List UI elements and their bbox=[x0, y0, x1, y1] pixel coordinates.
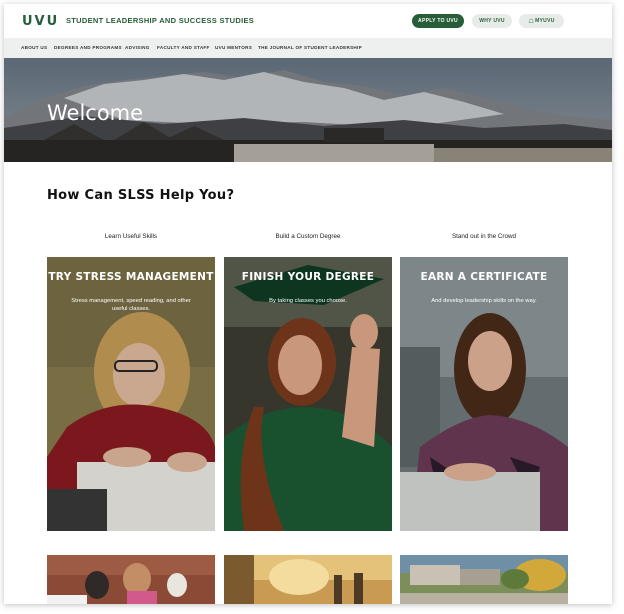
card-text: And develop leadership skills on the way… bbox=[431, 298, 537, 304]
page-frame: UVU STUDENT LEADERSHIP AND SUCCESS STUDI… bbox=[4, 4, 612, 604]
thumbnail-classroom[interactable] bbox=[47, 555, 215, 604]
site-header: UVU STUDENT LEADERSHIP AND SUCCESS STUDI… bbox=[4, 4, 612, 38]
user-icon: ☖ bbox=[528, 18, 535, 25]
card-text: Stress management, speed reading, and ot… bbox=[71, 298, 191, 312]
card-title: EARN A CERTIFICATE bbox=[420, 271, 548, 283]
nav-about-us[interactable]: ABOUT US bbox=[21, 45, 47, 50]
column-label-crowd: Stand out in the Crowd bbox=[451, 233, 517, 240]
column-label-skills: Learn Useful Skills bbox=[104, 233, 158, 240]
card-title: TRY STRESS MANAGEMENT bbox=[48, 271, 214, 283]
classroom-image bbox=[47, 555, 215, 604]
card-finish-degree[interactable]: FINISH YOUR DEGREE By taking classes you… bbox=[224, 257, 392, 531]
column-label-degree: Build a Custom Degree bbox=[275, 233, 341, 240]
why-uvu-button[interactable]: WHY UVU bbox=[472, 14, 512, 28]
apply-button[interactable]: APPLY TO UVU bbox=[412, 14, 464, 28]
nav-degrees-programs[interactable]: DEGREES AND PROGRAMS bbox=[54, 45, 122, 50]
campus-image bbox=[400, 555, 568, 604]
main-nav: ABOUT US DEGREES AND PROGRAMS ADVISING F… bbox=[4, 38, 612, 58]
card-stress-management[interactable]: TRY STRESS MANAGEMENT Stress management,… bbox=[47, 257, 215, 531]
uvu-logo[interactable]: UVU bbox=[22, 14, 59, 29]
nav-journal[interactable]: THE JOURNAL OF STUDENT LEADERSHIP bbox=[258, 45, 362, 50]
card-text: By taking classes you choose. bbox=[269, 298, 347, 304]
card-title: FINISH YOUR DEGREE bbox=[241, 271, 375, 283]
myuvu-label: MYUVU bbox=[535, 18, 555, 24]
thumbnail-sunset[interactable] bbox=[224, 555, 392, 604]
card-earn-certificate[interactable]: EARN A CERTIFICATE And develop leadershi… bbox=[400, 257, 568, 531]
hero-title: Welcome bbox=[47, 101, 144, 125]
thumbnail-campus[interactable] bbox=[400, 555, 568, 604]
nav-faculty-staff[interactable]: FACULTY AND STAFF bbox=[157, 45, 210, 50]
nav-advising[interactable]: ADVISING bbox=[125, 45, 150, 50]
sunset-walk-image bbox=[224, 555, 392, 604]
help-heading: How Can SLSS Help You? bbox=[47, 188, 235, 203]
myuvu-button[interactable]: ☖ MYUVU bbox=[519, 14, 564, 28]
department-title[interactable]: STUDENT LEADERSHIP AND SUCCESS STUDIES bbox=[66, 16, 254, 25]
nav-uvu-mentors[interactable]: UVU MENTORS bbox=[215, 45, 252, 50]
hero-banner: Welcome bbox=[4, 58, 612, 162]
